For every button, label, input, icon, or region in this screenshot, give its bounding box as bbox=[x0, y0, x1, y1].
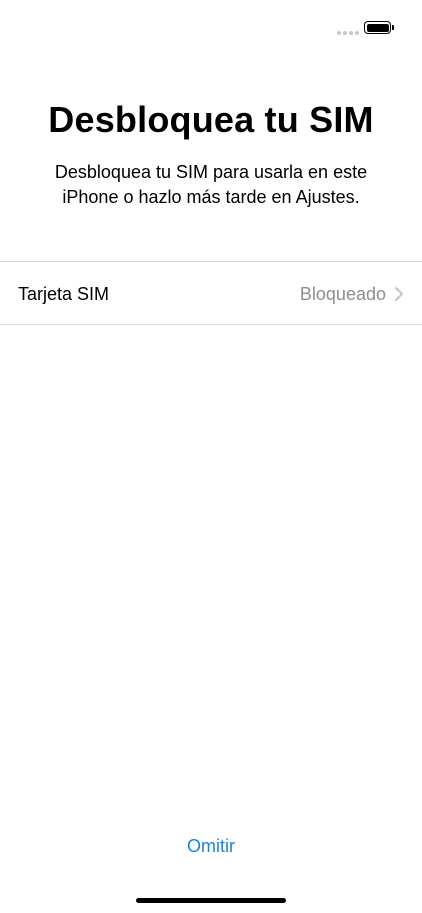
battery-fill bbox=[366, 23, 389, 32]
sim-card-status: Bloqueado bbox=[299, 284, 386, 304]
page-title: Desbloquea tu SIM bbox=[48, 99, 374, 140]
battery-tip bbox=[392, 25, 394, 30]
battery-full-icon bbox=[364, 21, 391, 34]
signal-dots-icon bbox=[337, 31, 359, 35]
chevron-right-icon bbox=[395, 287, 403, 301]
home-indicator[interactable] bbox=[136, 898, 286, 903]
sim-card-label: Tarjeta SIM bbox=[18, 284, 110, 304]
sim-card-row[interactable]: Tarjeta SIM Bloqueado bbox=[0, 261, 422, 325]
page-subtitle: Desbloquea tu SIM para usarla en este iP… bbox=[54, 162, 368, 207]
status-bar bbox=[0, 0, 422, 50]
skip-button[interactable]: Omitir bbox=[0, 833, 422, 859]
